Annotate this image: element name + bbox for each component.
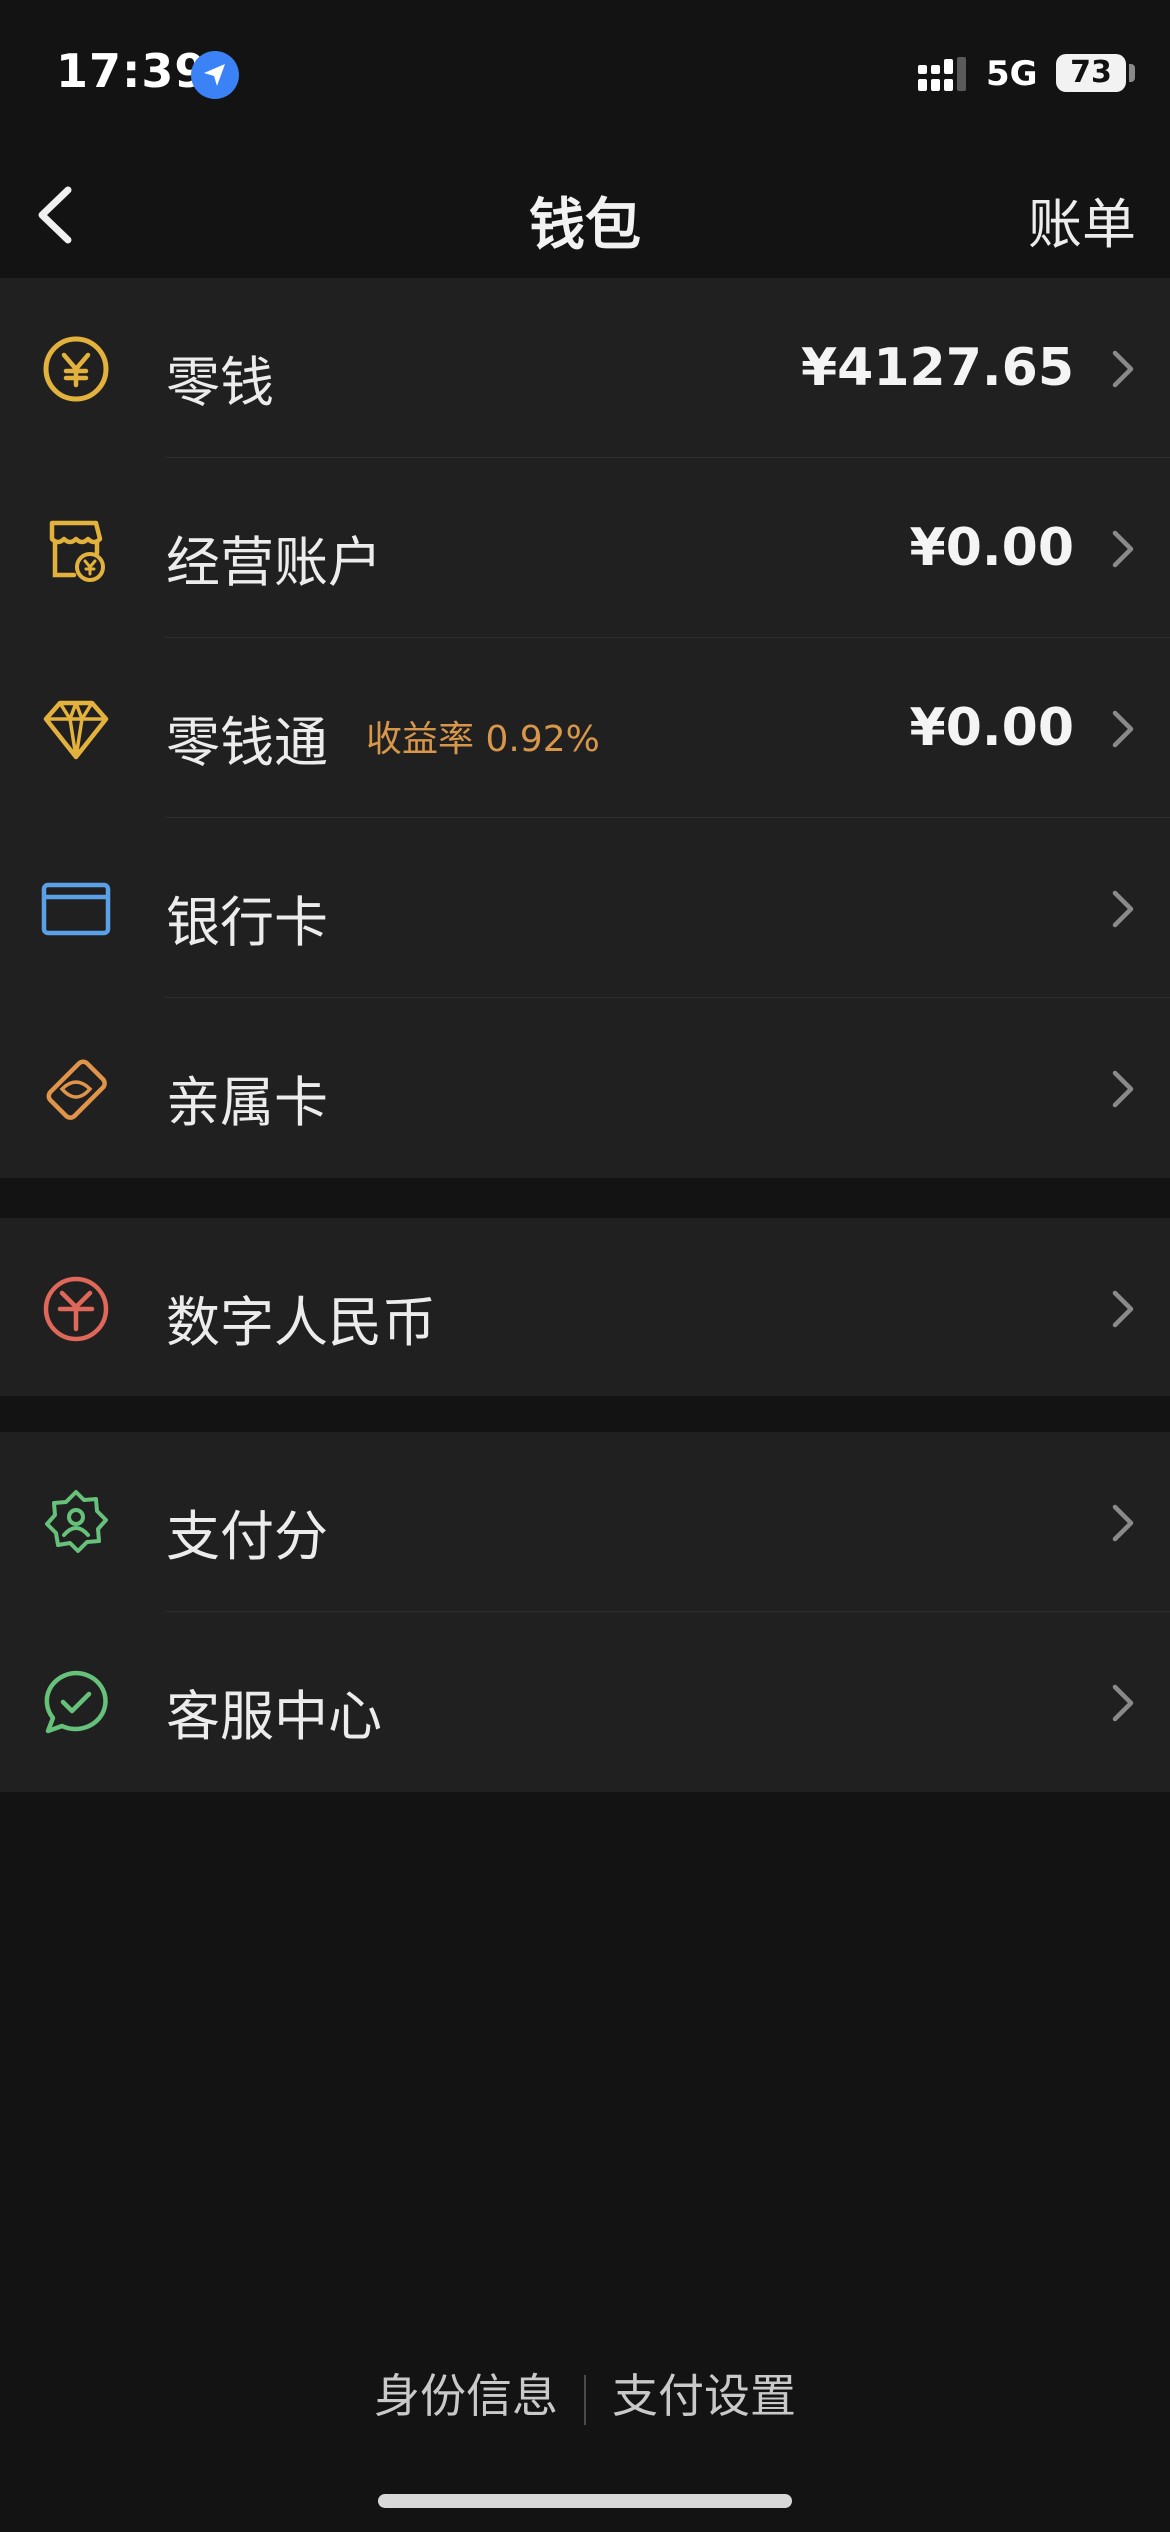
chevron-right-icon (1112, 1070, 1134, 1108)
row-lingqiantong[interactable]: 零钱通 收益率 0.92% ¥0.00 (0, 638, 1170, 818)
row-label: 数字人民币 (166, 1291, 436, 1354)
chevron-right-icon (1112, 350, 1134, 388)
page-title: 钱包 (529, 193, 641, 258)
chevron-right-icon (1112, 890, 1134, 928)
digital-rmb-icon (43, 1276, 109, 1342)
signal-icon (918, 57, 966, 91)
yuan-coin-icon (43, 336, 109, 402)
row-family-card[interactable]: 亲属卡 (0, 998, 1170, 1178)
home-indicator[interactable] (378, 2494, 792, 2508)
row-value: ¥0.00 (909, 518, 1074, 578)
row-value: ¥0.00 (909, 698, 1074, 758)
row-label: 银行卡 (166, 891, 328, 954)
bank-card-icon (41, 882, 111, 936)
chevron-right-icon (1112, 1290, 1134, 1328)
footer-separator (584, 2374, 586, 2425)
network-label: 5G (986, 54, 1038, 94)
payment-settings-link[interactable]: 支付设置 (612, 2369, 796, 2423)
row-digital-rmb[interactable]: 数字人民币 (0, 1218, 1170, 1396)
battery-indicator: 73 (1056, 54, 1126, 92)
identity-info-link[interactable]: 身份信息 (374, 2369, 558, 2423)
row-change-balance[interactable]: 零钱 ¥4127.65 (0, 278, 1170, 458)
row-label: 亲属卡 (166, 1071, 328, 1134)
bill-button[interactable]: 账单 (1028, 180, 1136, 259)
row-label: 经营账户 (166, 531, 382, 594)
status-time: 17:39 (56, 44, 208, 98)
chevron-right-icon (1112, 1684, 1134, 1722)
location-arrow-icon (191, 51, 239, 99)
row-pay-score[interactable]: 支付分 (0, 1432, 1170, 1612)
store-icon (49, 520, 105, 582)
pay-score-icon (45, 1490, 108, 1553)
row-label: 零钱通 (166, 711, 328, 774)
yield-rate-badge: 收益率 0.92% (366, 719, 600, 760)
row-value: ¥4127.65 (800, 338, 1074, 398)
nav-bar: 钱包 账单 (0, 150, 1170, 278)
row-customer-service[interactable]: 客服中心 (0, 1612, 1170, 1792)
family-card-icon (46, 1059, 107, 1120)
customer-service-icon (44, 1670, 108, 1734)
wallet-group-1: 零钱 ¥4127.65 经营账户 ¥0.00 零钱通 收益率 0.92% ¥0.… (0, 278, 1170, 1178)
chevron-right-icon (1112, 1504, 1134, 1542)
diamond-icon (43, 700, 109, 760)
chevron-right-icon (1112, 710, 1134, 748)
row-label: 零钱 (166, 351, 274, 414)
row-bank-card[interactable]: 银行卡 (0, 818, 1170, 998)
wallet-group-2: 数字人民币 (0, 1218, 1170, 1396)
battery-tip (1129, 64, 1135, 82)
row-business-account[interactable]: 经营账户 ¥0.00 (0, 458, 1170, 638)
status-bar: 17:39 5G 73 (0, 0, 1170, 150)
wallet-group-3: 支付分 客服中心 (0, 1432, 1170, 1792)
footer-links: 身份信息 支付设置 (0, 2360, 1170, 2425)
row-label: 客服中心 (166, 1685, 382, 1748)
chevron-right-icon (1112, 530, 1134, 568)
row-label: 支付分 (166, 1505, 328, 1568)
